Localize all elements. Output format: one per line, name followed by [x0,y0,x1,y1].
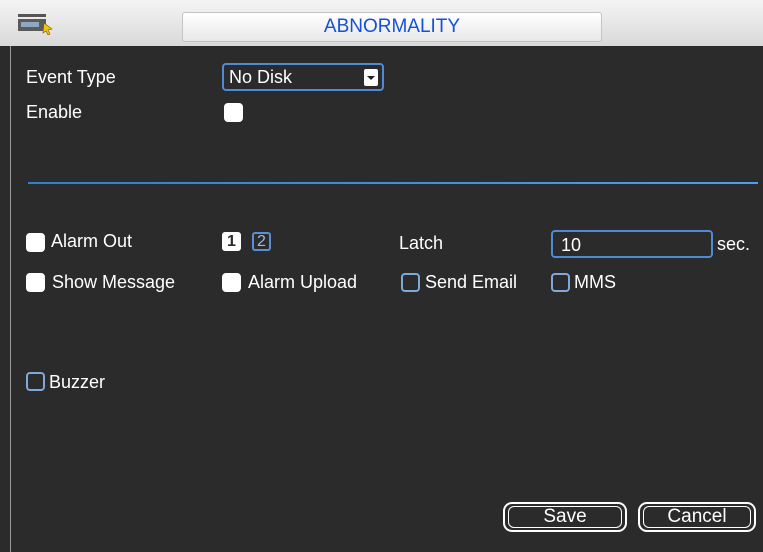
event-type-label: Event Type [26,67,116,87]
show-message-checkbox[interactable] [26,273,45,292]
send-email-checkbox[interactable] [401,273,420,292]
latch-value: 10 [561,235,582,255]
window-title: ABNORMALITY [182,12,602,42]
buzzer-label: Buzzer [49,372,106,392]
event-type-select[interactable]: No Disk [222,63,384,91]
alarm-upload-checkbox[interactable] [222,273,241,292]
alarm-out-label: Alarm Out [51,231,133,251]
event-type-value: No Disk [229,67,293,87]
latch-label: Latch [399,233,444,253]
title-bar: ABNORMALITY [0,0,763,46]
cancel-button[interactable]: Cancel [638,502,756,532]
latch-unit-label: sec. [717,234,751,254]
alarm-out-checkbox[interactable] [26,233,45,252]
alarm-upload-label: Alarm Upload [248,272,358,292]
buzzer-checkbox[interactable] [26,372,45,391]
save-button[interactable]: Save [503,502,627,532]
enable-checkbox[interactable] [224,103,243,122]
device-logo-icon [18,13,54,36]
alarm-channel-2[interactable]: 2 [252,232,271,251]
section-divider [28,182,758,184]
settings-panel [10,46,763,552]
latch-input[interactable]: 10 [551,230,713,258]
show-message-label: Show Message [52,272,176,292]
mms-label: MMS [574,272,616,292]
cancel-button-label: Cancel [667,506,727,527]
save-button-label: Save [543,506,587,527]
enable-label: Enable [26,102,83,122]
chevron-down-icon[interactable] [364,69,378,86]
alarm-channel-1[interactable]: 1 [222,232,241,251]
mms-checkbox[interactable] [551,273,570,292]
send-email-label: Send Email [425,272,518,292]
